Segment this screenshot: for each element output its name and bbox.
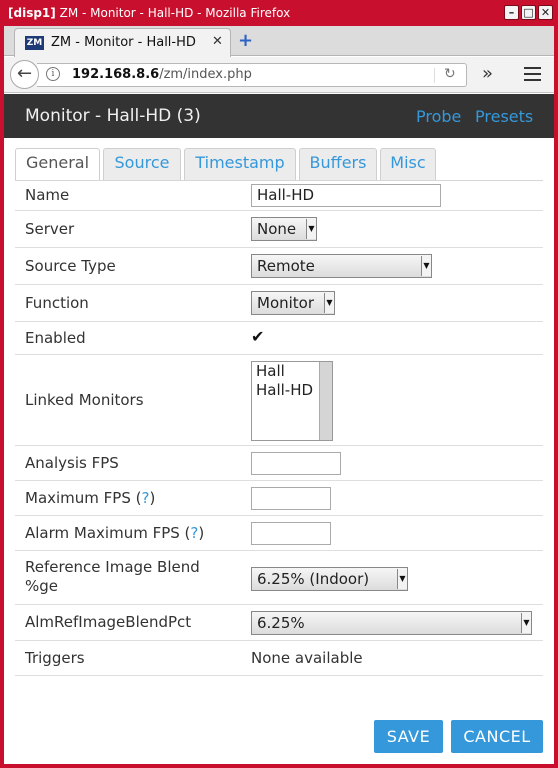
- chevron-down-icon: ▼: [324, 293, 334, 313]
- alarm-maximum-fps-label: Alarm Maximum FPS (?): [25, 524, 205, 542]
- listbox-scrollbar[interactable]: [319, 362, 332, 440]
- chevron-down-icon: ▼: [397, 569, 407, 589]
- row-maximum-fps: Maximum FPS (?): [15, 481, 543, 516]
- chevron-down-icon: ▼: [306, 219, 316, 239]
- linked-monitors-label: Linked Monitors: [25, 391, 144, 409]
- minimize-icon: –: [508, 6, 515, 19]
- presets-link[interactable]: Presets: [475, 107, 533, 126]
- row-reference-image-blend: Reference Image Blend %ge 6.25% (Indoor) ▼: [15, 551, 543, 605]
- cancel-button[interactable]: CANCEL: [451, 720, 543, 753]
- page-header: Monitor - Hall-HD (3) Probe Presets: [4, 94, 554, 138]
- server-label: Server: [25, 220, 75, 238]
- browser-tabstrip: ZM ZM - Monitor - Hall-HD ✕ +: [4, 26, 554, 57]
- name-input[interactable]: Hall-HD: [251, 184, 441, 207]
- reload-icon[interactable]: ↻: [444, 66, 456, 82]
- enabled-label: Enabled: [25, 329, 86, 347]
- back-arrow-icon[interactable]: ←: [10, 60, 39, 89]
- browser-navbar: i 192.168.8.6/zm/index.php ↻ ← »: [4, 57, 554, 93]
- alm-ref-blend-value: 6.25%: [257, 614, 305, 632]
- row-alarm-maximum-fps: Alarm Maximum FPS (?): [15, 516, 543, 551]
- maximize-button[interactable]: □: [521, 5, 536, 20]
- window-title-text: ZM - Monitor - Hall-HD - Mozilla Firefox: [59, 6, 291, 20]
- probe-link[interactable]: Probe: [416, 107, 461, 126]
- source-type-value: Remote: [257, 257, 315, 275]
- row-source-type: Source Type Remote ▼: [15, 248, 543, 285]
- close-icon: ✕: [540, 6, 551, 19]
- tab-source[interactable]: Source: [103, 148, 181, 180]
- analysis-fps-label: Analysis FPS: [25, 454, 119, 472]
- row-alm-ref-blend: AlmRefImageBlendPct 6.25% ▼: [15, 605, 543, 641]
- url-host: 192.168.8.6: [72, 67, 160, 82]
- row-name: Name Hall-HD: [15, 181, 543, 211]
- source-type-label: Source Type: [25, 257, 116, 275]
- monitor-form: Name Hall-HD Server None ▼ Source Type Re…: [15, 180, 543, 676]
- reference-blend-label: Reference Image Blend %ge: [25, 558, 200, 595]
- tab-general[interactable]: General: [15, 148, 100, 181]
- reference-blend-select[interactable]: 6.25% (Indoor) ▼: [251, 567, 408, 591]
- close-window-button[interactable]: ✕: [538, 5, 553, 20]
- maximize-icon: □: [523, 6, 534, 19]
- page-title: Monitor - Hall-HD (3): [25, 106, 201, 126]
- close-tab-icon[interactable]: ✕: [212, 34, 223, 49]
- alarm-maximum-fps-input[interactable]: [251, 522, 331, 545]
- tab-buffers[interactable]: Buffers: [299, 148, 377, 180]
- maximum-fps-label: Maximum FPS (?): [25, 489, 156, 507]
- tab-timestamp[interactable]: Timestamp: [184, 148, 296, 180]
- chevron-double-right-icon[interactable]: »: [482, 63, 493, 84]
- new-tab-button[interactable]: +: [238, 30, 253, 51]
- url-path: /zm/index.php: [159, 67, 252, 82]
- browser-window: ZM ZM - Monitor - Hall-HD ✕ + i 192.168.…: [4, 26, 554, 764]
- minimize-button[interactable]: –: [504, 5, 519, 20]
- triggers-value: None available: [251, 649, 363, 667]
- browser-tab[interactable]: ZM ZM - Monitor - Hall-HD ✕: [14, 28, 231, 57]
- function-value: Monitor: [257, 294, 315, 312]
- chevron-down-icon: ▼: [421, 256, 431, 276]
- row-triggers: Triggers None available: [15, 641, 543, 676]
- hamburger-menu-icon[interactable]: [524, 67, 541, 82]
- url-text[interactable]: 192.168.8.6/zm/index.php: [72, 67, 252, 82]
- row-linked-monitors: Linked Monitors Hall Hall-HD: [15, 355, 543, 446]
- row-server: Server None ▼: [15, 211, 543, 248]
- row-function: Function Monitor ▼: [15, 285, 543, 322]
- row-enabled: Enabled ✔: [15, 322, 543, 355]
- name-label: Name: [25, 186, 70, 204]
- save-button[interactable]: SAVE: [374, 720, 443, 753]
- window-titlebar: [disp1] ZM - Monitor - Hall-HD - Mozilla…: [0, 0, 558, 26]
- url-divider: [434, 68, 435, 83]
- server-value: None: [257, 220, 297, 238]
- browser-tab-title: ZM - Monitor - Hall-HD: [51, 35, 196, 50]
- url-bar[interactable]: i 192.168.8.6/zm/index.php ↻: [37, 63, 467, 87]
- tab-misc[interactable]: Misc: [380, 148, 436, 180]
- zm-favicon-icon: ZM: [25, 36, 44, 50]
- function-label: Function: [25, 294, 89, 312]
- alm-ref-blend-label: AlmRefImageBlendPct: [25, 613, 192, 631]
- display-tag: [disp1]: [8, 6, 56, 20]
- maximum-fps-input[interactable]: [251, 487, 331, 510]
- triggers-label: Triggers: [25, 649, 85, 667]
- chevron-down-icon: ▼: [521, 613, 531, 633]
- info-icon[interactable]: i: [46, 67, 60, 81]
- linked-monitors-list[interactable]: Hall Hall-HD: [251, 361, 333, 441]
- function-select[interactable]: Monitor ▼: [251, 291, 335, 315]
- reference-blend-value: 6.25% (Indoor): [257, 570, 370, 588]
- row-analysis-fps: Analysis FPS: [15, 446, 543, 481]
- server-select[interactable]: None ▼: [251, 217, 317, 241]
- analysis-fps-input[interactable]: [251, 452, 341, 475]
- enabled-checkbox[interactable]: ✔: [251, 328, 269, 346]
- source-type-select[interactable]: Remote ▼: [251, 254, 432, 278]
- window-title: [disp1] ZM - Monitor - Hall-HD - Mozilla…: [8, 5, 290, 21]
- alm-ref-blend-select[interactable]: 6.25% ▼: [251, 611, 532, 635]
- zm-page: Monitor - Hall-HD (3) Probe Presets Gene…: [4, 94, 554, 764]
